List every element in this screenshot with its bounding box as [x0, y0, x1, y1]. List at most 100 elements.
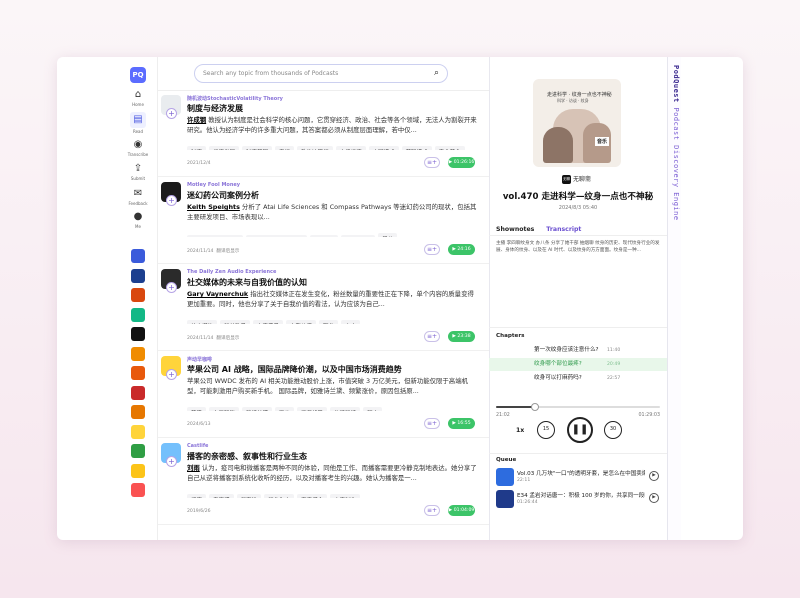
add-to-queue-button[interactable]: ≡+ [424, 331, 440, 342]
podcast-name[interactable]: Castlife [187, 443, 208, 449]
app-logo[interactable]: PQ [130, 67, 146, 83]
nav-read[interactable]: ▤ Read [119, 112, 157, 134]
topic-tag[interactable]: 雅诗兰黛 [242, 407, 273, 411]
episode-card[interactable]: + The Daily Zen Audio Experience 社交媒体的未来… [158, 265, 489, 351]
podcast-thumbnail[interactable] [131, 307, 145, 322]
topic-tag[interactable]: 人工智能 [209, 407, 240, 411]
podcast-thumbnail[interactable] [131, 327, 145, 341]
add-to-queue-button[interactable]: ≡+ [424, 505, 440, 516]
queue-item[interactable]: Vol.03 几万块"一口"的透明牙套，是怎么在中国卖爆的? 22:11 ▶ [496, 468, 662, 488]
add-to-queue-button[interactable]: ≡+ [424, 157, 440, 168]
nav-home[interactable]: ⌂ Home [119, 89, 157, 107]
play-icon[interactable]: ▶ [649, 471, 659, 481]
episode-card[interactable]: + 随机波动StochasticVolatility Theory 制度与经济发… [158, 91, 489, 177]
topic-tag[interactable]: 苹果 [187, 407, 207, 411]
topic-tag[interactable]: 行业生态 [264, 494, 295, 498]
episode-title[interactable]: 播客的亲密感、叙事性和行业生态 [187, 451, 307, 462]
topic-tag[interactable]: 声音媒介 [297, 494, 328, 498]
pause-button[interactable]: ❚❚ [567, 417, 593, 443]
nav-me[interactable]: ● Me [119, 211, 157, 229]
search-input[interactable]: Search any topic from thousands of Podca… [203, 70, 338, 77]
add-to-queue-button[interactable]: ≡+ [424, 244, 440, 255]
topic-tag[interactable]: 产权 [275, 146, 295, 150]
podcast-thumbnail[interactable] [131, 385, 145, 400]
topic-tag[interactable]: 自我价值 [286, 320, 317, 324]
seek-handle[interactable] [530, 403, 539, 411]
topic-tag[interactable]: 制度基因 [242, 146, 273, 150]
nav-transcribe[interactable]: ◉ Transcribe [119, 139, 157, 157]
podcast-thumbnail[interactable] [131, 288, 145, 302]
topic-tag[interactable]: 股价 [378, 233, 398, 237]
chapter-item[interactable]: 第一次纹身应该注意什么? 11:40 [489, 344, 667, 357]
podcast-thumbnail[interactable] [131, 483, 145, 497]
subscribe-plus-icon[interactable]: + [166, 108, 177, 119]
topic-tag[interactable]: 积木 [363, 407, 383, 411]
topic-tag[interactable]: 播客 [187, 494, 207, 498]
subscribe-plus-icon[interactable]: + [166, 369, 177, 380]
tab-shownotes[interactable]: Shownotes [496, 226, 534, 233]
skip-forward-icon[interactable]: 30 [604, 421, 622, 439]
topic-tag[interactable]: 涨价 [275, 407, 295, 411]
topic-tag[interactable]: 粉丝数量 [220, 320, 251, 324]
podcast-thumbnail[interactable] [131, 444, 145, 458]
topic-tag[interactable]: 炸鸡玛特 [330, 407, 361, 411]
podcast-name[interactable]: The Daily Zen Audio Experience [187, 269, 276, 275]
podcast-thumbnail[interactable] [131, 268, 145, 283]
subscribe-plus-icon[interactable]: + [166, 282, 177, 293]
podcast-thumbnail[interactable] [131, 463, 145, 478]
play-icon[interactable]: ▶ [649, 493, 659, 503]
chapter-item[interactable]: 纹身哪个部位最疼? 20:49 [489, 358, 667, 371]
topic-tag[interactable]: 消费趋势 [297, 407, 328, 411]
subscribe-plus-icon[interactable]: + [166, 195, 177, 206]
podcast-name[interactable]: 随机波动StochasticVolatility Theory [187, 95, 283, 102]
add-to-queue-button[interactable]: ≡+ [424, 418, 440, 429]
podcast-thumbnail[interactable] [131, 366, 145, 380]
topic-tag[interactable]: 政治决策权 [297, 146, 333, 150]
topic-tag[interactable]: 经济发展 [209, 146, 240, 150]
play-episode-button[interactable]: ▶ 23:38 [448, 331, 475, 342]
topic-tag[interactable]: 心态 [341, 320, 361, 324]
tab-transcript[interactable]: Transcript [546, 226, 581, 233]
topic-tag[interactable]: 职业 [319, 320, 339, 324]
podcast-thumbnail[interactable] [131, 424, 145, 439]
podcast-thumbnail[interactable] [131, 405, 145, 419]
episode-card[interactable]: + Motley Fool Money 迷幻药公司案例分析 Keith Spei… [158, 178, 489, 264]
topic-tag[interactable]: 产业革命 [434, 146, 465, 150]
topic-tag[interactable]: RL-007 [310, 235, 338, 237]
episode-title[interactable]: 社交媒体的未来与自我价值的认知 [187, 277, 307, 288]
episode-card[interactable]: + Castlife 播客的亲密感、叙事性和行业生态 刘雨 认为，疫司电和微播客… [158, 439, 489, 525]
podcast-thumbnail[interactable] [131, 249, 145, 263]
episode-title[interactable]: 苹果公司 AI 战略，国际品牌降价潮，以及中国市场消费趋势 [187, 364, 402, 375]
subscribe-plus-icon[interactable]: + [166, 456, 177, 467]
channel-name[interactable]: 无聊 无聊斋 [562, 174, 591, 184]
nav-submit[interactable]: ⇪ Submit [119, 163, 157, 181]
topic-tag[interactable]: Atai Life Sciences [187, 235, 244, 237]
seek-bar[interactable] [496, 403, 660, 411]
podcast-thumbnail[interactable] [131, 346, 145, 361]
speed-button[interactable]: 1x [516, 427, 524, 434]
episode-title[interactable]: 迷幻药公司案例分析 [187, 190, 259, 201]
topic-tag[interactable]: Compass Pathways [246, 235, 308, 237]
topic-tag[interactable]: 中国模式 [368, 146, 399, 150]
nav-feedback[interactable]: ✉ Feedback [119, 188, 157, 206]
play-episode-button[interactable]: ▶ 24:16 [448, 244, 475, 255]
play-episode-button[interactable]: ▶ 16:55 [448, 418, 475, 429]
topic-tag[interactable]: 内容质量 [253, 320, 284, 324]
search-icon[interactable]: ⌕ [434, 68, 439, 78]
topic-tag[interactable]: 亲密感 [209, 494, 234, 498]
topic-tag[interactable]: 制度 [187, 146, 207, 150]
topic-tag[interactable]: 市场经济 [335, 146, 366, 150]
queue-item[interactable]: E34 孟岩对话唐一：积极 100 岁的你，共享同一段时间 01:26:44 ▶ [496, 490, 662, 510]
topic-tag[interactable]: 内容制作 [330, 494, 361, 498]
topic-tag[interactable]: 社交媒体 [187, 320, 218, 324]
play-episode-button[interactable]: ▶ 01:04:09 [448, 505, 475, 516]
chapter-item[interactable]: 纹身可以打麻药吗? 22:57 [489, 372, 667, 385]
skip-back-icon[interactable]: 15 [537, 421, 555, 439]
podcast-name[interactable]: Motley Fool Money [187, 182, 240, 188]
topic-tag[interactable]: 叙事性 [236, 494, 262, 498]
search-bar[interactable]: Search any topic from thousands of Podca… [194, 64, 448, 83]
topic-tag[interactable]: COMP360 [340, 235, 376, 237]
episode-title[interactable]: 制度与经济发展 [187, 103, 243, 114]
play-episode-button[interactable]: ▶ 01:26:16 [448, 157, 475, 168]
podcast-name[interactable]: 声动早咖啡 [187, 356, 212, 363]
